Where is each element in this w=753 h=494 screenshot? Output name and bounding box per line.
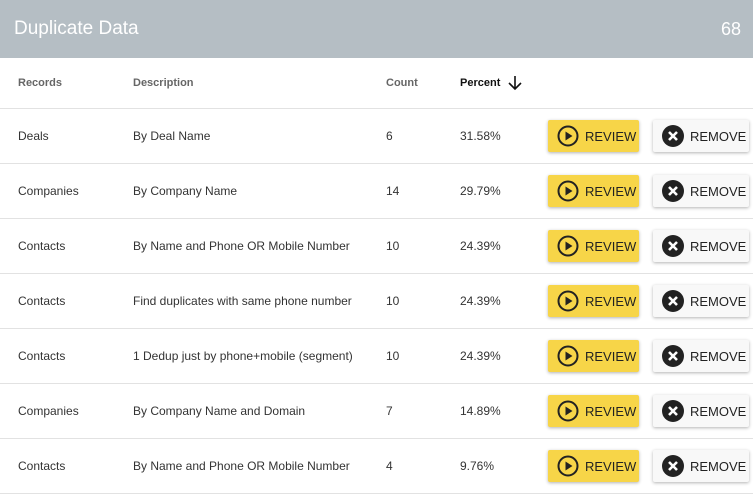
- column-percent[interactable]: Percent: [460, 75, 522, 91]
- remove-button[interactable]: REMOVE: [653, 450, 749, 482]
- review-label: REVIEW: [585, 458, 637, 474]
- column-description[interactable]: Description: [133, 77, 194, 89]
- remove-label: REMOVE: [690, 403, 747, 419]
- column-count[interactable]: Count: [386, 77, 418, 89]
- table-header: Records Description Count Percent: [0, 58, 753, 109]
- review-label: REVIEW: [585, 128, 637, 144]
- play-circle-icon: [557, 235, 579, 257]
- count: 7: [386, 404, 393, 418]
- percent: 24.39%: [460, 239, 501, 253]
- play-circle-icon: [557, 345, 579, 367]
- table-row: Contacts 1 Dedup just by phone+mobile (s…: [0, 329, 753, 384]
- close-circle-icon: [662, 290, 684, 312]
- count: 4: [386, 459, 393, 473]
- column-percent-label: Percent: [460, 77, 501, 89]
- review-button[interactable]: REVIEW: [548, 285, 639, 317]
- close-circle-icon: [662, 345, 684, 367]
- remove-label: REMOVE: [690, 183, 747, 199]
- table-body: Deals By Deal Name 6 31.58% REVIEW REMOV…: [0, 109, 753, 494]
- remove-button[interactable]: REMOVE: [653, 395, 749, 427]
- record-type: Deals: [18, 129, 49, 143]
- close-circle-icon: [662, 180, 684, 202]
- remove-label: REMOVE: [690, 293, 747, 309]
- percent: 9.76%: [460, 459, 495, 473]
- remove-button[interactable]: REMOVE: [653, 285, 749, 317]
- close-circle-icon: [662, 400, 684, 422]
- count: 10: [386, 349, 400, 363]
- review-label: REVIEW: [585, 403, 637, 419]
- table-row: Contacts By Name and Phone OR Mobile Num…: [0, 439, 753, 494]
- remove-button[interactable]: REMOVE: [653, 340, 749, 372]
- table-row: Companies By Company Name 14 29.79% REVI…: [0, 164, 753, 219]
- count: 14: [386, 184, 400, 198]
- play-circle-icon: [557, 180, 579, 202]
- remove-button[interactable]: REMOVE: [653, 175, 749, 207]
- remove-label: REMOVE: [690, 238, 747, 254]
- record-type: Contacts: [18, 239, 66, 253]
- description: By Name and Phone OR Mobile Number: [133, 239, 350, 253]
- record-type: Contacts: [18, 349, 66, 363]
- remove-label: REMOVE: [690, 458, 747, 474]
- arrow-down-icon: [508, 76, 522, 91]
- record-type: Companies: [18, 404, 79, 418]
- record-type: Contacts: [18, 459, 66, 473]
- close-circle-icon: [662, 125, 684, 147]
- description: By Company Name: [133, 184, 238, 198]
- column-records[interactable]: Records: [18, 77, 62, 89]
- panel-title: Duplicate Data: [14, 18, 139, 39]
- play-circle-icon: [557, 400, 579, 422]
- review-button[interactable]: REVIEW: [548, 395, 639, 427]
- panel-header: Duplicate Data 68: [0, 0, 753, 58]
- count: 10: [386, 294, 400, 308]
- review-button[interactable]: REVIEW: [548, 340, 639, 372]
- review-label: REVIEW: [585, 238, 637, 254]
- count: 6: [386, 129, 393, 143]
- description: By Name and Phone OR Mobile Number: [133, 459, 350, 473]
- remove-label: REMOVE: [690, 128, 747, 144]
- table-row: Companies By Company Name and Domain 7 1…: [0, 384, 753, 439]
- remove-label: REMOVE: [690, 348, 747, 364]
- play-circle-icon: [557, 455, 579, 477]
- percent: 24.39%: [460, 294, 501, 308]
- percent: 31.58%: [460, 129, 501, 143]
- review-button[interactable]: REVIEW: [548, 230, 639, 262]
- review-button[interactable]: REVIEW: [548, 175, 639, 207]
- review-label: REVIEW: [585, 293, 637, 309]
- count: 10: [386, 239, 400, 253]
- percent: 14.89%: [460, 404, 501, 418]
- review-label: REVIEW: [585, 348, 637, 364]
- play-circle-icon: [557, 125, 579, 147]
- review-button[interactable]: REVIEW: [548, 450, 639, 482]
- table-row: Deals By Deal Name 6 31.58% REVIEW REMOV…: [0, 109, 753, 164]
- close-circle-icon: [662, 235, 684, 257]
- remove-button[interactable]: REMOVE: [653, 120, 749, 152]
- description: By Deal Name: [133, 129, 211, 143]
- review-label: REVIEW: [585, 183, 637, 199]
- record-type: Contacts: [18, 294, 66, 308]
- percent: 29.79%: [460, 184, 501, 198]
- description: By Company Name and Domain: [133, 404, 306, 418]
- description: Find duplicates with same phone number: [133, 294, 352, 308]
- table-row: Contacts Find duplicates with same phone…: [0, 274, 753, 329]
- review-button[interactable]: REVIEW: [548, 120, 639, 152]
- remove-button[interactable]: REMOVE: [653, 230, 749, 262]
- play-circle-icon: [557, 290, 579, 312]
- close-circle-icon: [662, 455, 684, 477]
- record-type: Companies: [18, 184, 79, 198]
- table-row: Contacts By Name and Phone OR Mobile Num…: [0, 219, 753, 274]
- percent: 24.39%: [460, 349, 501, 363]
- total-count: 68: [720, 18, 741, 39]
- description: 1 Dedup just by phone+mobile (segment): [133, 349, 353, 363]
